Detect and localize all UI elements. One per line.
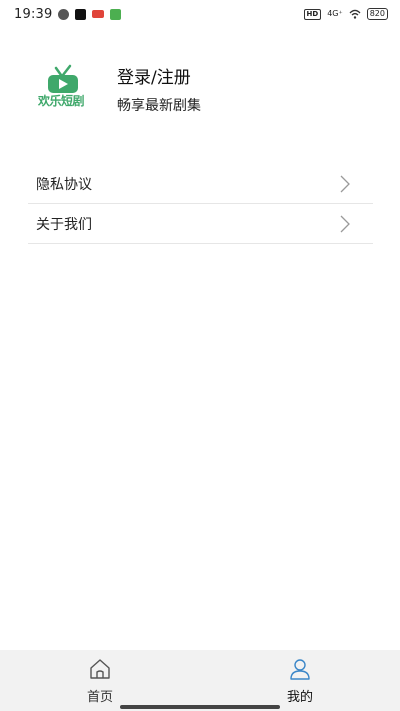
login-subtitle: 畅享最新剧集 [117,98,201,114]
profile-header[interactable]: 欢乐短剧 登录/注册 畅享最新剧集 [30,62,201,120]
tiktok-icon [75,8,87,20]
notification-app-icon [58,8,70,20]
battery-indicator: 820 [366,8,388,20]
tab-mine-label: 我的 [286,690,313,705]
tab-home[interactable]: 首页 [0,650,200,711]
profile-text: 登录/注册 畅享最新剧集 [117,66,201,116]
bottom-nav: 首页 我的 [0,650,400,711]
chevron-right-icon [340,175,350,192]
menu-item-label: 关于我们 [36,216,92,233]
home-indicator-bar[interactable] [120,705,280,709]
user-icon [290,659,310,680]
menu-item-privacy[interactable]: 隐私协议 [28,164,373,204]
status-bar-right: HD 4G⁺ 820 [303,8,388,20]
wifi-icon [349,9,361,19]
menu-item-about[interactable]: 关于我们 [28,204,373,244]
tv-logo-icon [48,64,78,93]
tab-home-label: 首页 [86,690,113,705]
login-register-link[interactable]: 登录/注册 [117,66,201,90]
status-bar-left: 19:39 [14,6,122,22]
notification-green-icon [110,8,122,20]
hd-badge: HD [303,8,322,20]
status-bar: 19:39 HD 4G⁺ 820 [0,0,400,28]
logo-text: 欢乐短剧 [37,94,85,108]
notification-red-icon [92,10,105,18]
app-logo: 欢乐短剧 [30,62,92,120]
network-indicator: 4G⁺ [327,9,343,18]
tab-mine[interactable]: 我的 [200,650,400,711]
settings-menu: 隐私协议 关于我们 [28,164,373,244]
home-icon [90,659,110,679]
menu-item-label: 隐私协议 [36,176,92,193]
chevron-right-icon [340,215,350,232]
status-time: 19:39 [14,6,53,22]
